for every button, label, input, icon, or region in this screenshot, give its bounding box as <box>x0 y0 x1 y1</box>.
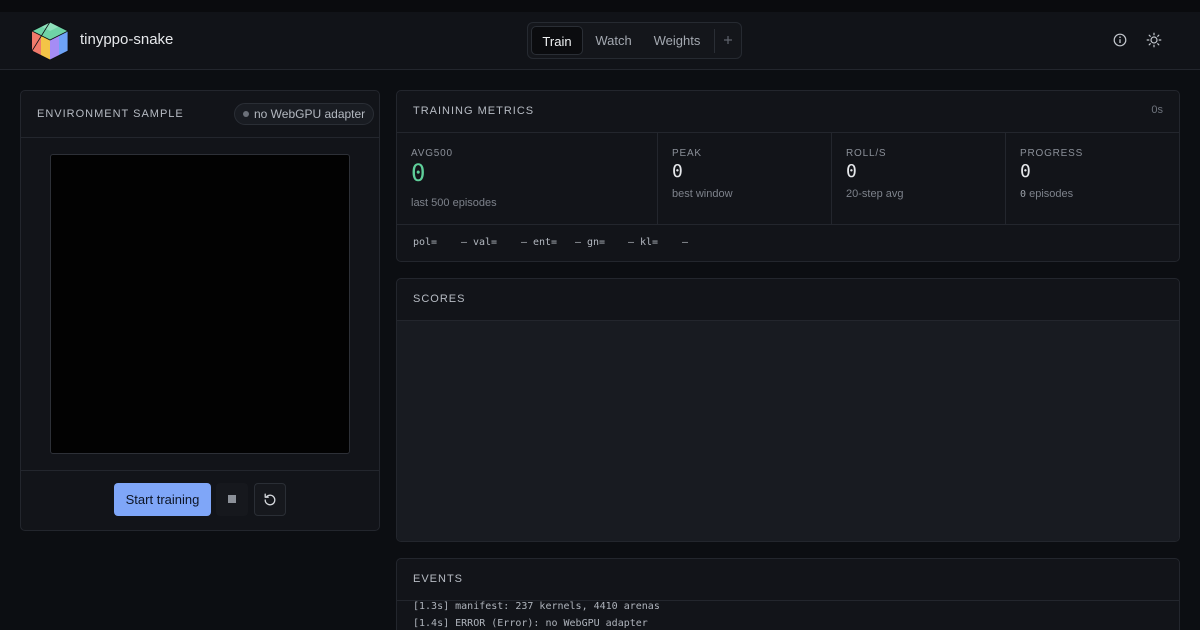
status-badge: no WebGPU adapter <box>234 103 375 125</box>
metric-progress: PROGRESS 0 0 episodes <box>1006 132 1179 224</box>
metric-peak-value: 0 <box>672 161 683 182</box>
metrics-panel-header: TRAINING METRICS 0s <box>397 91 1179 132</box>
metric-progress-episodes-count: 0 <box>1020 189 1027 200</box>
environment-sample-panel: ENVIRONMENT SAMPLE no WebGPU adapter Sta… <box>20 90 380 531</box>
stat-pol-value: – <box>461 237 468 248</box>
plus-icon <box>724 36 732 44</box>
main-tabs: Train Watch Weights <box>527 22 742 59</box>
metrics-panel-title: TRAINING METRICS <box>413 105 535 117</box>
metric-avg500-value: 0 <box>411 159 426 187</box>
loss-stats-row: pol= – val= – ent= – gn= – kl= – <box>397 224 1179 261</box>
reset-icon <box>264 493 276 506</box>
metric-rolls-sub: 20-step avg <box>846 188 904 200</box>
scores-chart-area <box>397 321 1179 541</box>
app-title: tinyppo-snake <box>80 31 174 48</box>
environment-canvas <box>50 154 350 454</box>
events-panel: EVENTS [1.3s] manifest: 237 kernels, 441… <box>396 558 1180 630</box>
event-log-line: [1.4s] ERROR (Error): no WebGPU adapter <box>413 618 648 629</box>
metric-rolls-label: ROLL/S <box>846 148 887 159</box>
events-panel-header: EVENTS <box>397 559 1179 601</box>
metric-peak-sub: best window <box>672 188 733 200</box>
stop-button[interactable] <box>216 483 248 516</box>
metric-progress-episodes-label: episodes <box>1029 188 1074 200</box>
app-header: tinyppo-snake Train Watch Weights <box>0 12 1200 70</box>
stat-pol-label: pol= <box>413 237 438 248</box>
window-top-strip <box>0 0 1200 12</box>
app-logo-icon <box>31 21 69 61</box>
start-training-button[interactable]: Start training <box>114 483 211 516</box>
scores-panel-header: SCORES <box>397 279 1179 321</box>
environment-controls: Start training <box>21 470 379 530</box>
event-log-line: [1.3s] manifest: 237 kernels, 4410 arena… <box>413 601 660 612</box>
environment-panel-header: ENVIRONMENT SAMPLE no WebGPU adapter <box>21 91 379 138</box>
stat-kl-value: – <box>682 237 689 248</box>
tab-train[interactable]: Train <box>531 26 583 55</box>
stat-val-value: – <box>521 237 528 248</box>
metric-peak-label: PEAK <box>672 148 702 159</box>
metric-avg500-sub: last 500 episodes <box>411 197 497 209</box>
tab-weights[interactable]: Weights <box>646 26 708 55</box>
theme-toggle-icon[interactable] <box>1146 32 1162 48</box>
environment-panel-title: ENVIRONMENT SAMPLE <box>37 108 184 120</box>
stat-val-label: val= <box>473 237 498 248</box>
add-tab-button[interactable] <box>716 26 740 55</box>
scores-panel: SCORES <box>396 278 1180 542</box>
metric-progress-label: PROGRESS <box>1020 148 1084 159</box>
stat-gn-label: gn= <box>587 237 606 248</box>
metric-progress-value: 0 <box>1020 161 1031 182</box>
events-panel-title: EVENTS <box>413 573 464 585</box>
scores-panel-title: SCORES <box>413 293 466 305</box>
stat-ent-label: ent= <box>533 237 558 248</box>
tab-watch[interactable]: Watch <box>587 26 640 55</box>
elapsed-time: 0s <box>1151 104 1163 116</box>
reset-button[interactable] <box>254 483 286 516</box>
stat-ent-value: – <box>575 237 582 248</box>
metric-rolls: ROLL/S 0 20-step avg <box>832 132 1006 224</box>
metric-progress-sub: 0 episodes <box>1020 188 1073 200</box>
status-dot-icon <box>243 111 249 117</box>
status-badge-label: no WebGPU adapter <box>254 107 366 121</box>
stop-icon <box>228 495 236 503</box>
training-metrics-panel: TRAINING METRICS 0s AVG500 0 last 500 ep… <box>396 90 1180 262</box>
tab-divider <box>714 29 715 53</box>
info-icon[interactable] <box>1112 32 1128 48</box>
metric-peak: PEAK 0 best window <box>658 132 832 224</box>
stat-gn-value: – <box>628 237 635 248</box>
metric-avg500: AVG500 0 last 500 episodes <box>397 132 658 224</box>
metric-rolls-value: 0 <box>846 161 857 182</box>
stat-kl-label: kl= <box>640 237 659 248</box>
metric-avg500-label: AVG500 <box>411 148 453 159</box>
